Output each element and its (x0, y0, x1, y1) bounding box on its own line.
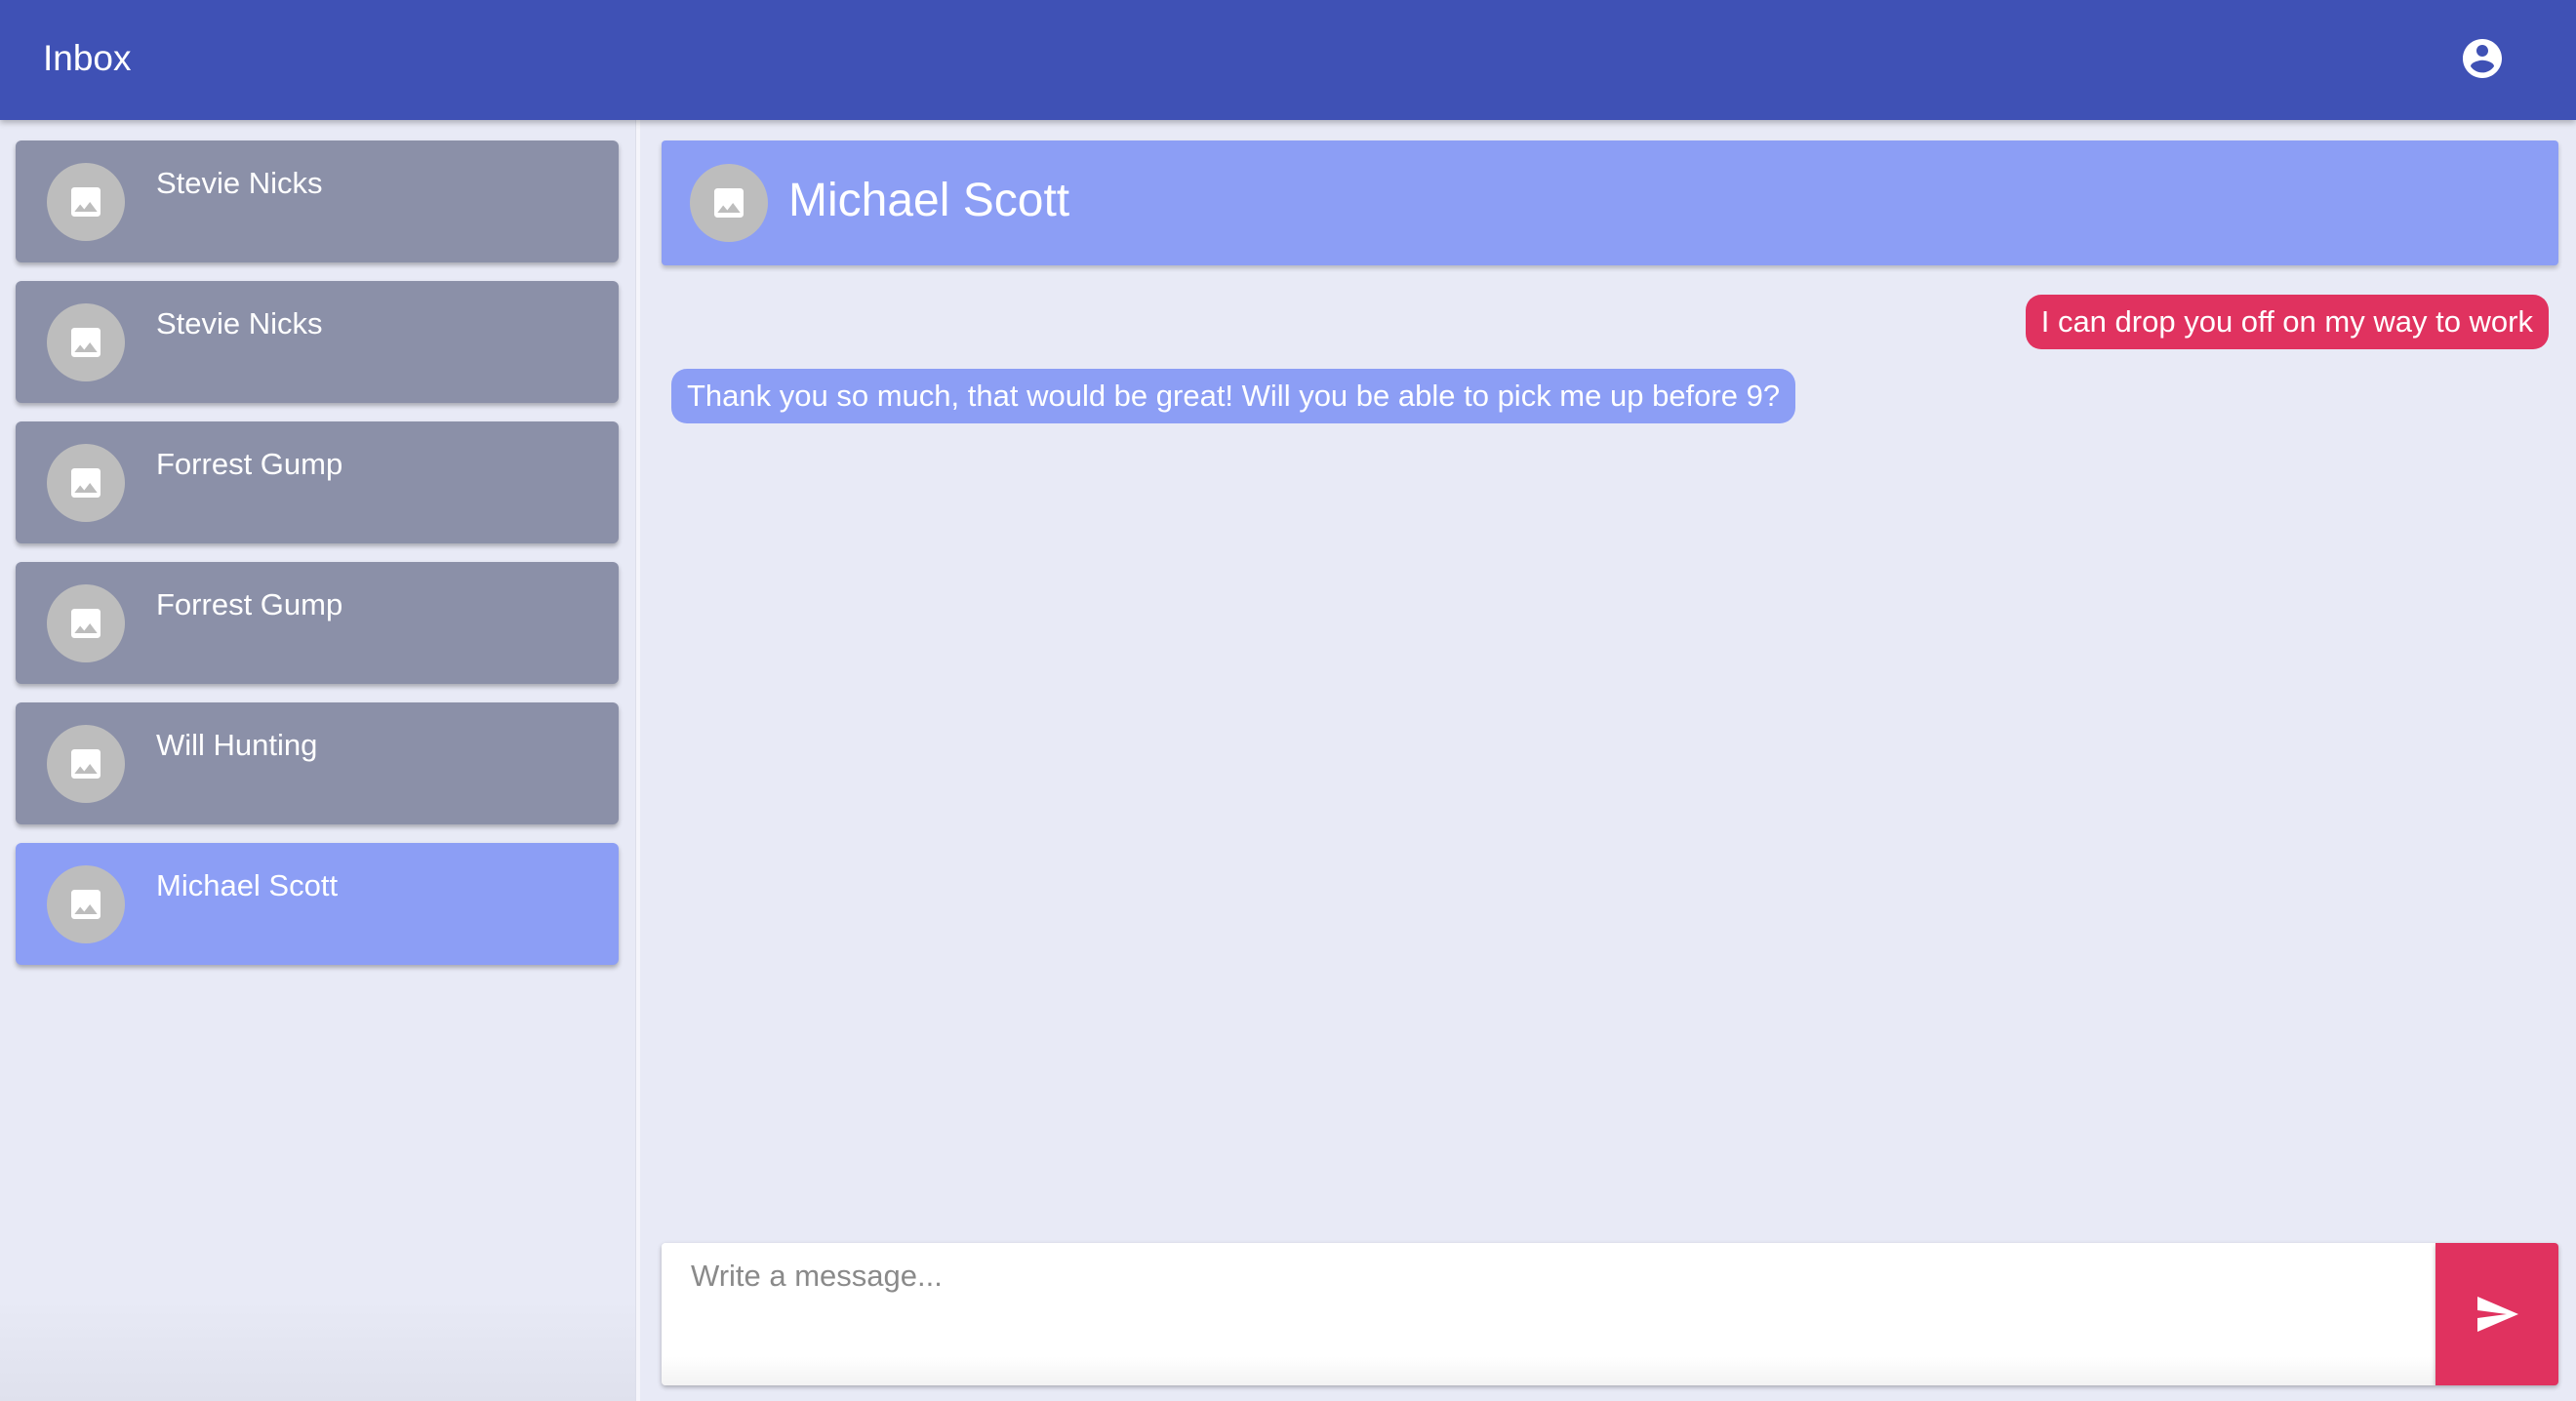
account-button[interactable] (2459, 35, 2506, 82)
send-button[interactable] (2435, 1243, 2558, 1385)
conversation-name: Michael Scott (156, 868, 339, 902)
image-icon (71, 749, 101, 779)
message-bubble-outgoing: I can drop you off on my way to work (2025, 295, 2549, 349)
chat-header: Michael Scott (662, 140, 2558, 265)
message-bubble-incoming: Thank you so much, that would be great! … (671, 369, 1796, 423)
image-icon (71, 468, 101, 498)
image-icon (71, 328, 101, 357)
conversation-item[interactable]: Stevie Nicks (16, 281, 619, 403)
conversation-item[interactable]: Stevie Nicks (16, 140, 619, 262)
conversation-name: Stevie Nicks (156, 306, 323, 340)
chat-title: Michael Scott (788, 175, 1070, 226)
conversation-name: Forrest Gump (156, 447, 343, 481)
conversation-item[interactable]: Forrest Gump (16, 421, 619, 543)
avatar (47, 303, 125, 381)
avatar (47, 725, 125, 803)
avatar (47, 163, 125, 241)
conversation-name: Stevie Nicks (156, 166, 323, 200)
image-icon (71, 187, 101, 217)
image-icon (71, 609, 101, 638)
panel-divider (636, 120, 640, 1401)
image-icon (71, 890, 101, 919)
send-icon (2477, 1297, 2518, 1332)
avatar (47, 584, 125, 662)
conversation-list: Stevie Nicks Stevie Nicks Forrest Gump F… (0, 120, 636, 1401)
avatar (690, 164, 768, 242)
account-circle-icon (2463, 39, 2502, 78)
conversation-item-active[interactable]: Michael Scott (16, 843, 619, 965)
message-input[interactable] (662, 1243, 2435, 1385)
app-bar: Inbox (0, 0, 2576, 120)
conversation-item[interactable]: Forrest Gump (16, 562, 619, 684)
conversation-name: Forrest Gump (156, 587, 343, 621)
message-composer (662, 1243, 2435, 1385)
avatar (47, 865, 125, 943)
image-icon (714, 188, 744, 218)
avatar (47, 444, 125, 522)
app-title: Inbox (43, 38, 132, 78)
conversation-name: Will Hunting (156, 728, 318, 762)
conversation-item[interactable]: Will Hunting (16, 702, 619, 824)
